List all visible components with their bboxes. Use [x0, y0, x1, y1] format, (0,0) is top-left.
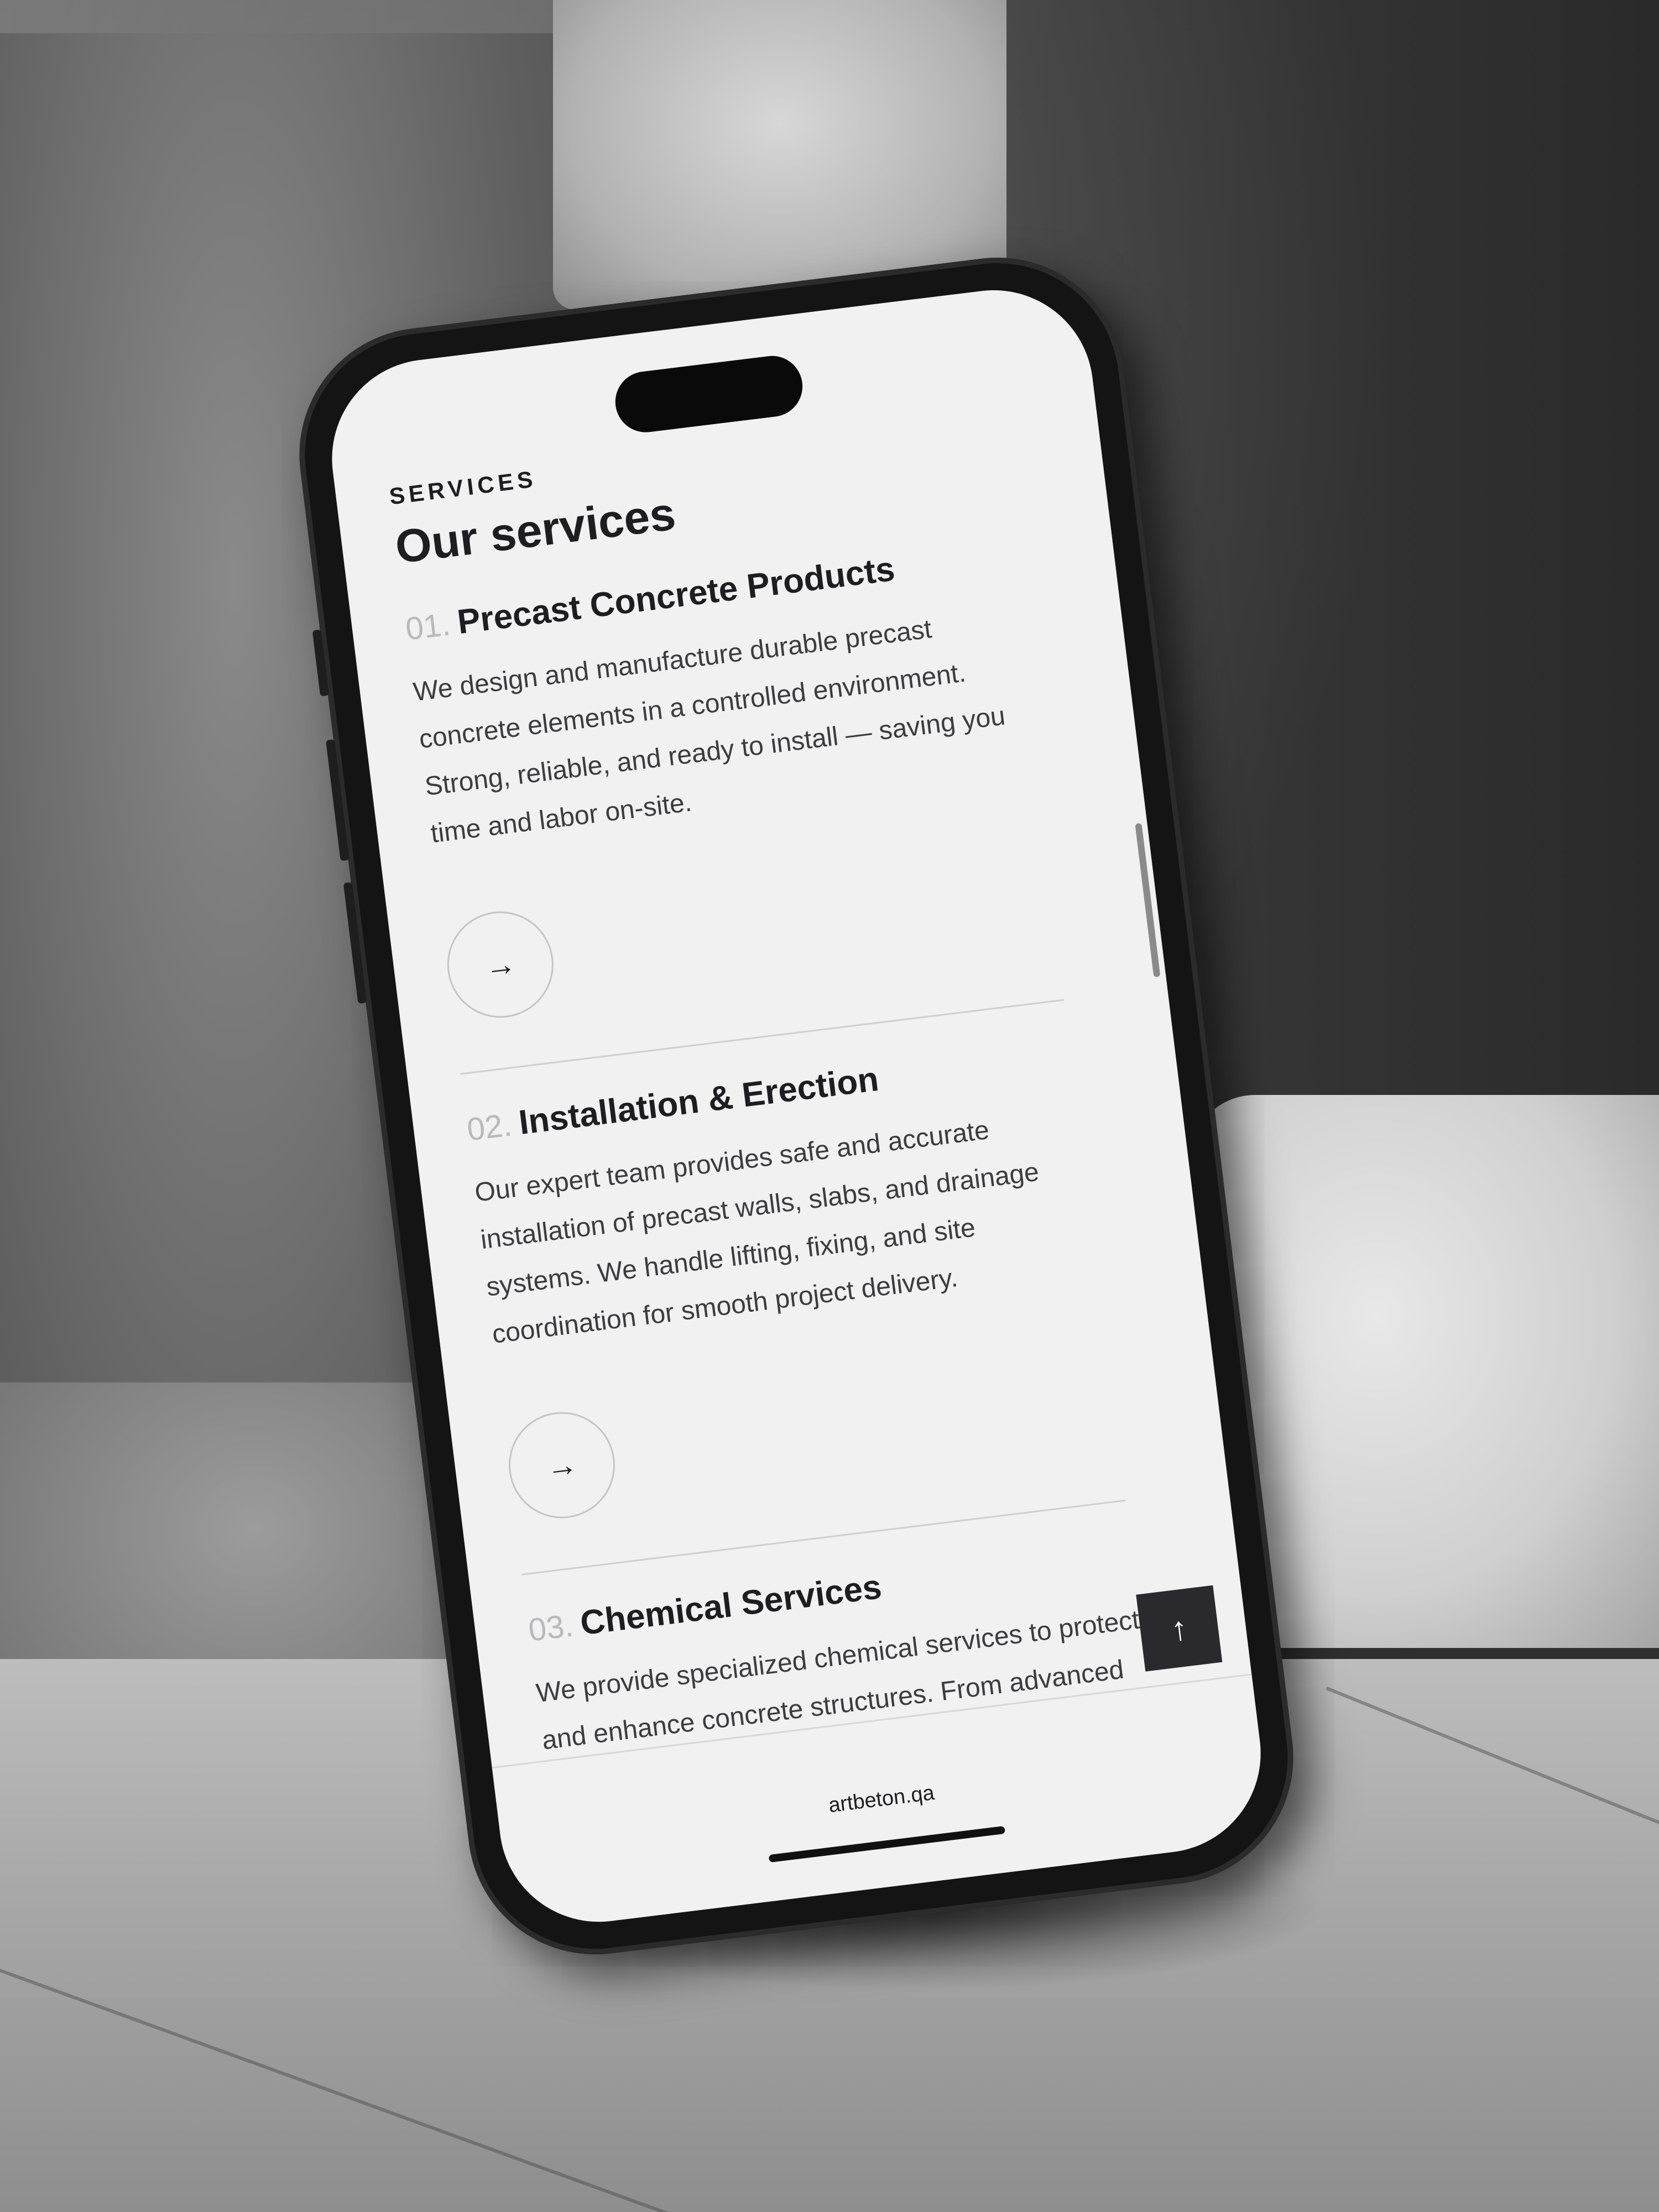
arrow-up-icon: ↑: [1168, 1609, 1190, 1648]
arrow-right-icon: →: [544, 1446, 580, 1485]
back-to-top-button[interactable]: ↑: [1136, 1585, 1223, 1672]
services-section: SERVICES Our services 01. Precast Concre…: [388, 403, 1205, 1812]
service-number: 02.: [465, 1107, 514, 1148]
service-number: 01.: [403, 606, 452, 648]
service-item: 02. Installation & Erection Our expert t…: [465, 1030, 1176, 1575]
service-title: Chemical Services: [578, 1568, 884, 1643]
service-item: 01. Precast Concrete Products We design …: [403, 529, 1114, 1075]
phone-screen: SERVICES Our services 01. Precast Concre…: [320, 279, 1272, 1933]
home-indicator[interactable]: [768, 1825, 1006, 1863]
service-more-button[interactable]: →: [441, 905, 560, 1024]
arrow-right-icon: →: [483, 945, 518, 984]
dynamic-island: [612, 352, 806, 436]
service-number: 03.: [526, 1607, 575, 1648]
scrollbar[interactable]: [1135, 823, 1161, 978]
service-more-button[interactable]: →: [503, 1406, 621, 1525]
concrete-block-top: [553, 0, 1006, 310]
